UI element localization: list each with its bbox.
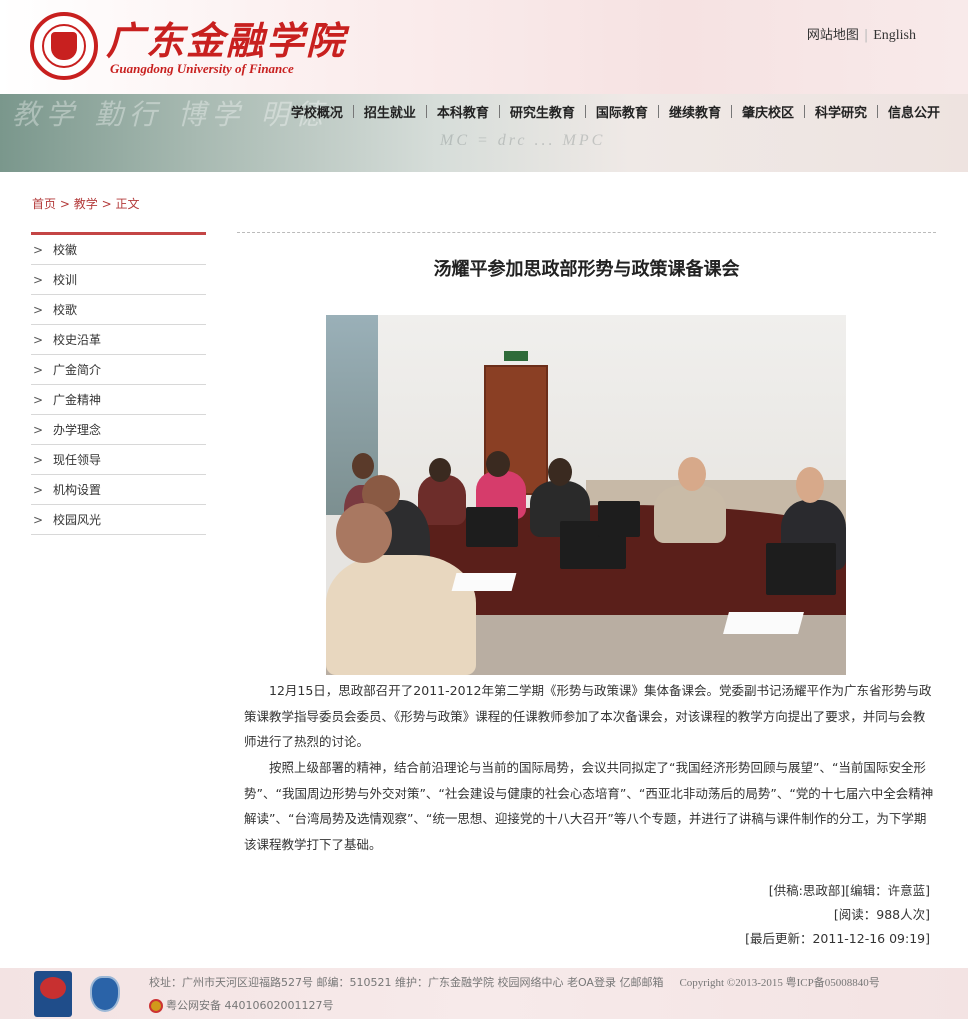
- sidebar-item-label: 校园风光: [53, 513, 102, 527]
- nav-item-info-disclosure[interactable]: 信息公开: [878, 102, 950, 121]
- breadcrumb-home[interactable]: 首页: [32, 195, 56, 212]
- nav-item-continuing[interactable]: 继续教育: [659, 102, 731, 121]
- university-seal-logo[interactable]: [30, 12, 98, 80]
- sidebar-item-intro[interactable]: > 广金简介: [31, 355, 206, 385]
- footer-address-text: 校址：广州市天河区迎福路527号 邮编：510521 维护：广东金融学院 校园网…: [149, 976, 664, 989]
- main-nav: 学校概况 招生就业 本科教育 研究生教育 国际教育 继续教育 肇庆校区 科学研究…: [281, 100, 950, 122]
- chevron-right-icon: >: [33, 272, 44, 287]
- sitemap-link[interactable]: 网站地图: [807, 24, 859, 43]
- breadcrumb-teaching[interactable]: 教学: [74, 195, 98, 212]
- sidebar-item-label: 校训: [53, 273, 78, 287]
- chalk-formula-decoration: MC = drc ... MPC: [440, 132, 606, 149]
- sidebar-item-label: 办学理念: [53, 423, 102, 437]
- nav-item-graduate[interactable]: 研究生教育: [500, 102, 585, 121]
- chevron-right-icon: >: [33, 332, 44, 347]
- sidebar-item-history[interactable]: > 校史沿革: [31, 325, 206, 355]
- footer-police-record[interactable]: 粤公网安备 44010602001127号: [149, 997, 333, 1013]
- sidebar-item-spirit[interactable]: > 广金精神: [31, 385, 206, 415]
- sidebar-item-label: 现任领导: [53, 453, 102, 467]
- sidebar-item-organization[interactable]: > 机构设置: [31, 475, 206, 505]
- chevron-right-icon: >: [33, 242, 44, 257]
- breadcrumb-separator: >: [59, 197, 70, 211]
- chevron-right-icon: >: [33, 302, 44, 317]
- nav-item-research[interactable]: 科学研究: [805, 102, 877, 121]
- chevron-right-icon: >: [33, 362, 44, 377]
- article-read-count: [阅读：988人次]: [833, 907, 930, 922]
- sidebar-item-campus[interactable]: > 校园风光: [31, 505, 206, 535]
- nav-item-admissions[interactable]: 招生就业: [354, 102, 426, 121]
- english-link[interactable]: English: [873, 28, 916, 44]
- sidebar-item-label: 校徽: [53, 243, 78, 257]
- chevron-right-icon: >: [33, 452, 44, 467]
- police-shield-icon[interactable]: [90, 976, 120, 1012]
- site-header: 广东金融学院 Guangdong University of Finance 网…: [0, 0, 968, 94]
- sidebar-item-label: 广金简介: [53, 363, 102, 377]
- sidebar-item-philosophy[interactable]: > 办学理念: [31, 415, 206, 445]
- article-title: 汤耀平参加思政部形势与政策课备课会: [433, 259, 740, 280]
- nav-banner: 教学 勤行 博学 明德 MC = drc ... MPC 学校概况 招生就业 本…: [0, 94, 968, 172]
- nav-item-international[interactable]: 国际教育: [586, 102, 658, 121]
- footer-address: 校址：广州市天河区迎福路527号 邮编：510521 维护：广东金融学院 校园网…: [149, 974, 880, 990]
- article-last-updated: [最后更新：2011-12-16 09:19]: [745, 931, 930, 946]
- chevron-right-icon: >: [33, 512, 44, 527]
- sidebar-item-leaders[interactable]: > 现任领导: [31, 445, 206, 475]
- sidebar: > 校徽 > 校训 > 校歌 > 校史沿革 > 广金简介 > 广金精神 > 办学理念 > 现任领…: [31, 232, 206, 535]
- footer-copyright: Copyright ©2013-2015 粤ICP备05008840号: [679, 977, 880, 989]
- sidebar-item-label: 机构设置: [53, 483, 102, 497]
- guangzhou-badge-icon[interactable]: [34, 971, 72, 1017]
- meeting-photo: [326, 315, 846, 675]
- nav-item-zhaoqing[interactable]: 肇庆校区: [732, 102, 804, 121]
- police-emblem-icon: [149, 999, 163, 1013]
- sidebar-item-label: 校歌: [53, 303, 78, 317]
- nav-item-about[interactable]: 学校概况: [281, 102, 353, 121]
- site-footer: 校址：广州市天河区迎福路527号 邮编：510521 维护：广东金融学院 校园网…: [0, 968, 968, 1019]
- logo-chinese-name[interactable]: 广东金融学院: [106, 10, 346, 65]
- top-links: 网站地图 | English: [807, 24, 916, 44]
- footer-police-text: 粤公网安备 44010602001127号: [166, 999, 334, 1012]
- breadcrumb-separator: >: [101, 197, 112, 211]
- article-source: [供稿:思政部][编辑：许意蓝]: [768, 883, 930, 898]
- content-divider: [237, 232, 936, 233]
- chevron-right-icon: >: [33, 392, 44, 407]
- chevron-right-icon: >: [33, 422, 44, 437]
- chevron-right-icon: >: [33, 482, 44, 497]
- nav-item-undergrad[interactable]: 本科教育: [427, 102, 499, 121]
- logo-english-name[interactable]: Guangdong University of Finance: [110, 61, 294, 77]
- article-paragraph: 按照上级部署的精神，结合前沿理论与当前的国际局势，会议共同拟定了“我国经济形势回…: [244, 760, 934, 852]
- sidebar-item-song[interactable]: > 校歌: [31, 295, 206, 325]
- sidebar-item-emblem[interactable]: > 校徽: [31, 235, 206, 265]
- breadcrumb-current: 正文: [115, 197, 140, 211]
- breadcrumb: 首页 > 教学 > 正文: [32, 195, 139, 212]
- sidebar-item-motto[interactable]: > 校训: [31, 265, 206, 295]
- sidebar-item-label: 广金精神: [53, 393, 102, 407]
- sidebar-item-label: 校史沿革: [53, 333, 102, 347]
- article-paragraph: 12月15日，思政部召开了2011-2012年第二学期《形势与政策课》集体备课会…: [244, 683, 932, 749]
